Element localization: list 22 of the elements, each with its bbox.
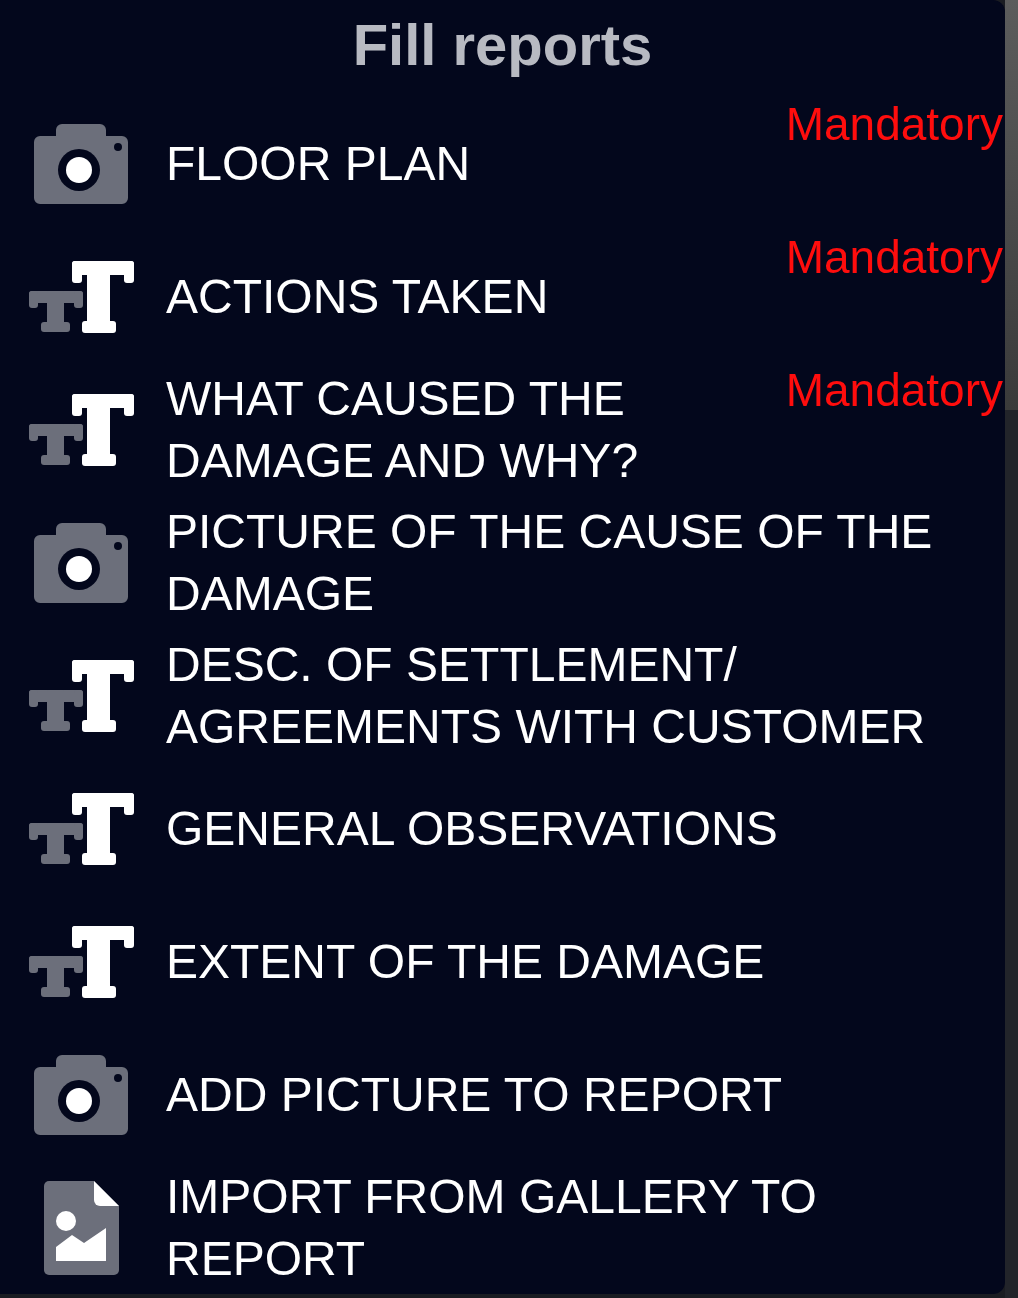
camera-icon (34, 1054, 128, 1135)
mandatory-label: Mandatory (785, 231, 1003, 283)
text-size-icon (28, 393, 134, 466)
image-file-icon (43, 1180, 119, 1275)
option-label[interactable]: IMPORT FROM GALLERY TO REPORT (166, 1165, 999, 1290)
option-label[interactable]: PICTURE OF THE CAUSE OF THE DAMAGE (166, 500, 999, 625)
text-size-icon (28, 792, 134, 865)
option-label[interactable]: EXTENT OF THE DAMAGE (166, 930, 999, 993)
text-size-icon (28, 659, 134, 732)
mandatory-label: Mandatory (785, 364, 1003, 416)
camera-icon (34, 123, 128, 204)
dialog-title: Fill reports (352, 10, 653, 79)
option-label[interactable]: ADD PICTURE TO REPORT (166, 1063, 999, 1126)
camera-icon (34, 522, 128, 603)
text-size-icon (28, 260, 134, 333)
option-label[interactable]: GENERAL OBSERVATIONS (166, 797, 999, 860)
option-label[interactable]: FLOOR PLAN (166, 132, 782, 195)
mandatory-label: Mandatory (785, 98, 1003, 150)
text-size-icon (28, 925, 134, 998)
option-label[interactable]: WHAT CAUSED THE DAMAGE AND WHY? (166, 367, 782, 492)
option-label[interactable]: DESC. OF SETTLEMENT/AGREEMENTS WITH CUSTOMER (166, 633, 999, 758)
option-label[interactable]: ACTIONS TAKEN (166, 265, 782, 328)
